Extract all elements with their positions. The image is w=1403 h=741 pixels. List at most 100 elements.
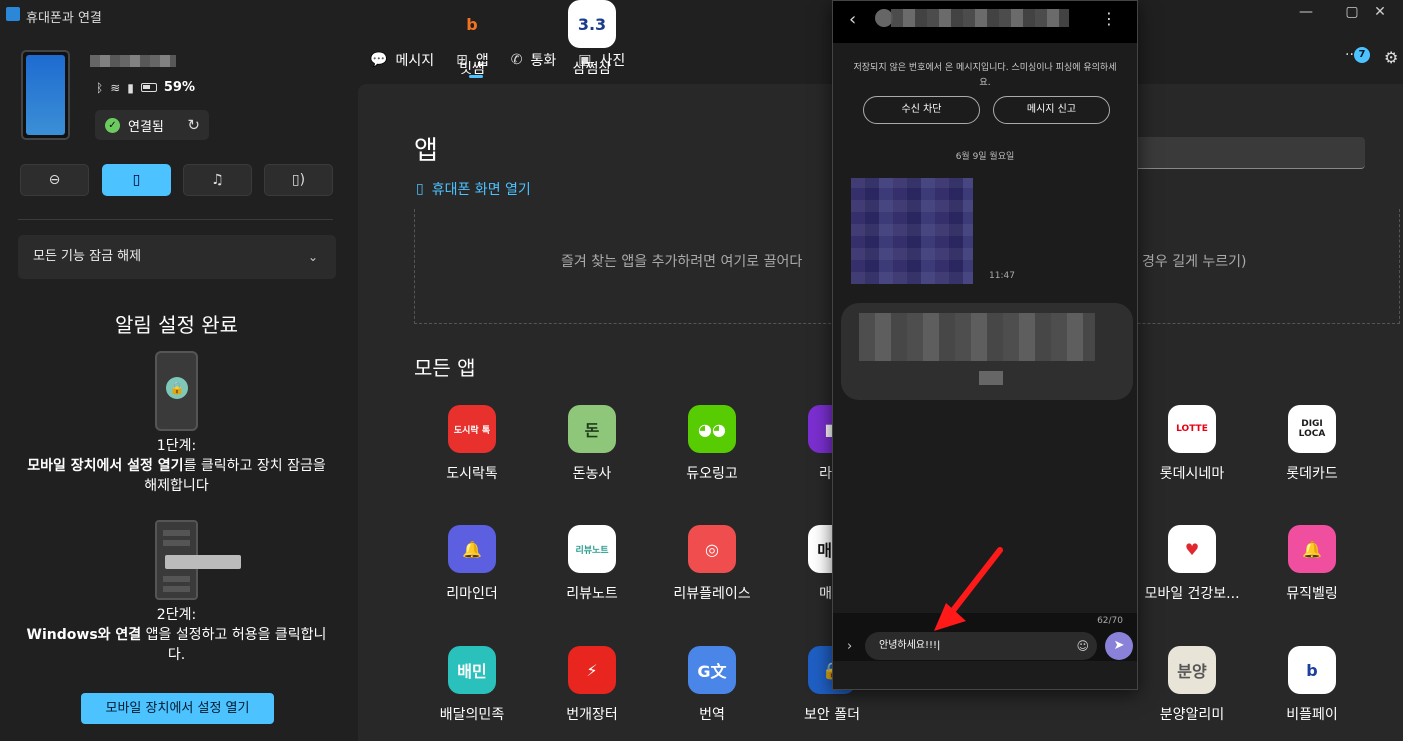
app-tile[interactable]: b 빗썸 (412, 0, 532, 78)
conversation-header: ‹ ⋮ (833, 1, 1137, 43)
music-note-icon: ♫ (211, 172, 224, 188)
app-tile[interactable]: 돈 돈농사 (532, 405, 652, 483)
app-tile[interactable]: ⚡ 번개장터 (532, 646, 652, 724)
app-icon: ◎ (688, 525, 736, 573)
open-settings-button[interactable]: 모바일 장치에서 설정 열기 (81, 693, 274, 724)
more-vert-icon[interactable]: ⋮ (1101, 9, 1117, 28)
message-text-redacted (859, 313, 1095, 361)
app-icon: ⚡ (568, 646, 616, 694)
message-input[interactable]: 안녕하세요!!!| ☺ (865, 632, 1097, 660)
message-bubble[interactable] (841, 303, 1133, 400)
battery-percent: 59% (163, 80, 195, 95)
phone-thumbnail (21, 50, 70, 140)
app-icon: 분양 (1168, 646, 1216, 694)
app-label: 모바일 건강보... (1144, 586, 1240, 602)
device-name-redacted (90, 55, 176, 67)
date-separator: 6월 9일 월요일 (955, 152, 1015, 162)
window-title: 휴대폰과 연결 (26, 11, 102, 26)
app-label: 비플페이 (1286, 707, 1338, 723)
bluetooth-icon: ᛒ (96, 80, 104, 95)
app-label: 듀오링고 (686, 466, 738, 482)
vibrate-button[interactable]: ▯ (102, 164, 171, 196)
app-tile[interactable]: 🔔 리마인더 (412, 525, 532, 603)
app-icon: DIGI LOCA (1288, 405, 1336, 453)
all-apps-title: 모든 앱 (414, 356, 476, 380)
app-tile[interactable]: G文 번역 (652, 646, 772, 724)
app-search-input[interactable] (1130, 137, 1365, 169)
app-icon: 🔔 (1288, 525, 1336, 573)
unlock-all-dropdown[interactable]: 모든 기능 잠금 해제 ⌄ (18, 235, 336, 279)
app-label: 리뷰노트 (566, 586, 618, 602)
app-icon: 3.3 (568, 0, 616, 48)
connection-status: ✓ 연결됨 ↻ (95, 110, 209, 140)
app-label: 돈농사 (572, 466, 612, 482)
app-tile[interactable]: ◎ 리뷰플레이스 (652, 525, 772, 603)
setup-title: 알림 설정 완료 (114, 313, 239, 337)
app-logo-icon (6, 7, 20, 21)
app-label: 분양알리미 (1159, 707, 1225, 723)
divider (18, 219, 333, 220)
app-tile[interactable]: LOTTE 롯데시네마 (1132, 405, 1252, 483)
app-tile[interactable]: ◕◕ 듀오링고 (652, 405, 772, 483)
block-button[interactable]: 수신 차단 (863, 96, 980, 124)
app-icon: b (1288, 646, 1336, 694)
app-tile[interactable]: 🔔 뮤직벨링 (1252, 525, 1372, 603)
sticker-icon[interactable]: ☺ (1076, 632, 1089, 660)
app-label: 뮤직벨링 (1286, 586, 1338, 602)
app-label: 번역 (699, 707, 725, 723)
app-label: 보안 폴더 (804, 707, 860, 723)
expand-icon[interactable]: › (847, 639, 852, 654)
refresh-icon[interactable]: ↻ (187, 116, 200, 134)
app-label: 리마인더 (446, 586, 498, 602)
back-arrow-icon[interactable]: ‹ (849, 9, 856, 30)
app-tile[interactable]: 3.3 삼쩜삼 (532, 0, 652, 78)
phone-speaker-icon: ▯) (291, 172, 306, 188)
app-label: 빗썸 (459, 61, 485, 77)
notifications-icon[interactable]: ·· (1345, 47, 1354, 63)
open-phone-screen-link[interactable]: ▯ 휴대폰 화면 열기 (416, 179, 531, 199)
app-label: 도시락톡 (446, 466, 498, 482)
app-icon: LOTTE (1168, 405, 1216, 453)
gear-icon[interactable]: ⚙ (1384, 48, 1398, 67)
app-tile[interactable]: ♥ 모바일 건강보... (1132, 525, 1252, 603)
phone-screen-icon: ▯ (416, 181, 424, 197)
step1-text: 1단계: 모바일 장치에서 설정 열기를 클릭하고 장치 잠금을 해제합니다 (27, 438, 326, 494)
step1-illustration: 🔒 (155, 351, 198, 431)
annotation-arrow-icon (934, 547, 1003, 631)
app-tile[interactable]: 도시락 톡도시락톡 (412, 405, 532, 483)
app-icon: ◕◕ (688, 405, 736, 453)
spam-warning: 저장되지 않은 번호에서 온 메시지입니다. 스미싱이나 피싱에 유의하세요. (853, 63, 1117, 88)
app-icon: 🔔 (448, 525, 496, 573)
audio-switch-button[interactable]: ▯) (264, 164, 333, 196)
app-tile[interactable]: DIGI LOCA 롯데카드 (1252, 405, 1372, 483)
app-icon: 도시락 톡 (448, 405, 496, 453)
minimize-button[interactable]: — (1283, 4, 1329, 26)
favorites-hint: 즐겨 찾는 앱을 추가하려면 여기로 끌어다 (561, 254, 803, 270)
app-label: 롯데시네마 (1159, 466, 1225, 482)
app-icon: b (448, 0, 496, 48)
app-label: 번개장터 (566, 707, 618, 723)
app-tile[interactable]: 분양분양알리미 (1132, 646, 1252, 724)
chat-icon: 💬 (370, 52, 388, 68)
lock-icon: 🔒 (166, 377, 188, 399)
app-icon: ♥ (1168, 525, 1216, 573)
step2-text: 2단계: Windows와 연결 앱을 설정하고 허용을 클릭합니다. (26, 607, 327, 663)
app-tile[interactable]: 배민 배달의민족 (412, 646, 532, 724)
app-tile[interactable]: 리뷰노트 리뷰노트 (532, 525, 652, 603)
device-panel: ᛒ ≋ ▮ 59% ✓ 연결됨 ↻ ⊖ ▯ ♫ ▯) 모든 기능 잠금 해제 ⌄… (0, 30, 353, 741)
do-not-disturb-button[interactable]: ⊖ (20, 164, 89, 196)
close-button[interactable]: ✕ (1357, 4, 1403, 26)
media-button[interactable]: ♫ (183, 164, 252, 196)
message-time: 11:47 (989, 271, 1015, 281)
app-label: 배달의민족 (439, 707, 505, 723)
notification-badge: 7 (1354, 47, 1370, 63)
message-image-redacted[interactable] (851, 178, 973, 284)
app-tile[interactable]: b 비플페이 (1252, 646, 1372, 724)
signal-icon: ▮ (127, 80, 134, 95)
app-icon: 리뷰노트 (568, 525, 616, 573)
send-icon[interactable]: ➤ (1105, 632, 1133, 660)
char-counter: 62/70 (1097, 616, 1123, 626)
vibrate-icon: ▯ (132, 172, 141, 188)
report-button[interactable]: 메시지 신고 (993, 96, 1110, 124)
connection-label: 연결됨 (128, 119, 164, 135)
